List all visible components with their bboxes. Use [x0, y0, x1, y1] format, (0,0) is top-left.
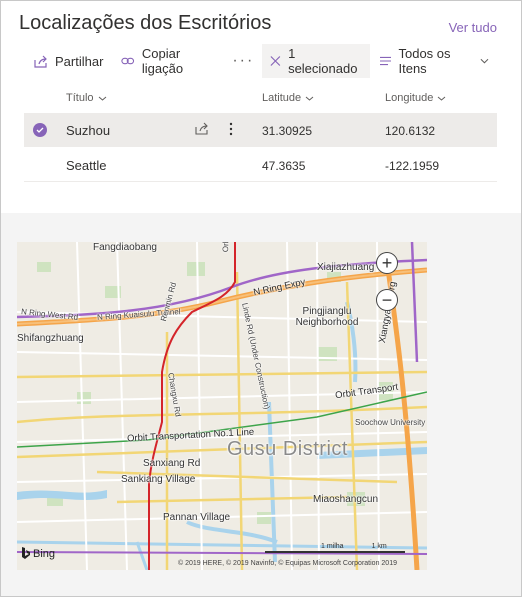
- view-selector-label: Todos os Itens: [398, 46, 451, 76]
- zoom-out-button[interactable]: −: [376, 289, 398, 311]
- list-row[interactable]: Seattle 47.3635 -122.1959: [24, 148, 497, 182]
- selection-indicator[interactable]: 1 selecionado: [262, 44, 370, 78]
- bing-icon: [22, 547, 30, 559]
- list-row[interactable]: Suzhou 31.30925 120.6132: [24, 113, 497, 147]
- copy-link-label: Copiar ligação: [141, 46, 184, 76]
- row-title[interactable]: Suzhou: [66, 123, 110, 138]
- page-title: Localizações dos Escritórios: [19, 12, 272, 34]
- scale-miles: 1 milha: [321, 543, 344, 550]
- see-all-link[interactable]: Ver tudo: [449, 20, 497, 35]
- map-label: Shifangzhuang: [17, 333, 84, 344]
- chevron-down-icon: [480, 58, 489, 64]
- copy-link-button[interactable]: Copiar ligação: [111, 44, 224, 78]
- scale-km: 1 km: [371, 543, 387, 550]
- row-latitude: 31.30925: [262, 124, 313, 138]
- checkmark-icon: [36, 127, 44, 133]
- map-label: Gusu District: [227, 438, 348, 460]
- bing-label: Bing: [33, 547, 56, 560]
- selected-count-label: 1 selecionado: [288, 46, 358, 76]
- column-title-label: Título: [66, 92, 94, 104]
- map-label: Fangdiaobang: [93, 242, 157, 253]
- row-more-button[interactable]: [229, 122, 233, 139]
- map-label: Sanxiang Rd: [143, 458, 201, 469]
- map-label: Miaoshangcun: [313, 494, 379, 505]
- row-title[interactable]: Seattle: [66, 158, 106, 173]
- zoom-in-button[interactable]: +: [376, 252, 398, 274]
- view-selector[interactable]: Todos os Itens: [370, 44, 497, 78]
- link-icon: [121, 57, 135, 65]
- map-label: Sankiang Village: [121, 474, 196, 485]
- row-latitude: 47.3635: [262, 159, 306, 173]
- map-label: Pannan Village: [163, 512, 231, 523]
- bing-logo: Bing: [21, 547, 55, 560]
- column-header-longitude[interactable]: Longitude: [385, 92, 446, 104]
- share-button[interactable]: Partilhar: [24, 44, 111, 78]
- share-icon: [195, 122, 208, 135]
- row-longitude: 120.6132: [385, 124, 436, 138]
- close-icon: [270, 56, 281, 66]
- chevron-down-icon: [438, 96, 446, 101]
- chevron-down-icon: [305, 96, 314, 101]
- map-scale: 1 milha 1 km: [265, 543, 405, 553]
- row-longitude: -122.1959: [385, 159, 440, 173]
- map-copyright: © 2019 HERE, © 2019 Navinfo, © Equipas M…: [178, 560, 397, 567]
- chevron-down-icon: [98, 96, 106, 101]
- view-list-icon: [379, 56, 392, 66]
- column-headers: Título Latitude Longitude: [24, 86, 497, 110]
- column-header-latitude[interactable]: Latitude: [262, 92, 314, 104]
- command-bar: Partilhar Copiar ligação ··· 1 seleciona…: [24, 44, 497, 78]
- more-options-button[interactable]: ···: [224, 44, 262, 78]
- share-label: Partilhar: [55, 53, 104, 69]
- row-share-button[interactable]: [195, 122, 209, 138]
- map-label: Soochow University: [355, 418, 426, 427]
- share-icon: [34, 55, 47, 68]
- more-vertical-icon: [229, 122, 233, 136]
- map-label: Pingjianglu Neighborhood: [295, 306, 359, 328]
- map-label: Xiajiazhuang: [317, 262, 375, 273]
- map-label: Orbit: [221, 242, 231, 253]
- column-latitude-label: Latitude: [262, 92, 302, 104]
- column-longitude-label: Longitude: [385, 92, 434, 104]
- row-checkbox[interactable]: [33, 123, 47, 137]
- column-header-title[interactable]: Título: [66, 92, 107, 104]
- map-view[interactable]: Fangdiaobang Xiajiazhuang N Ring Expy N …: [17, 242, 427, 570]
